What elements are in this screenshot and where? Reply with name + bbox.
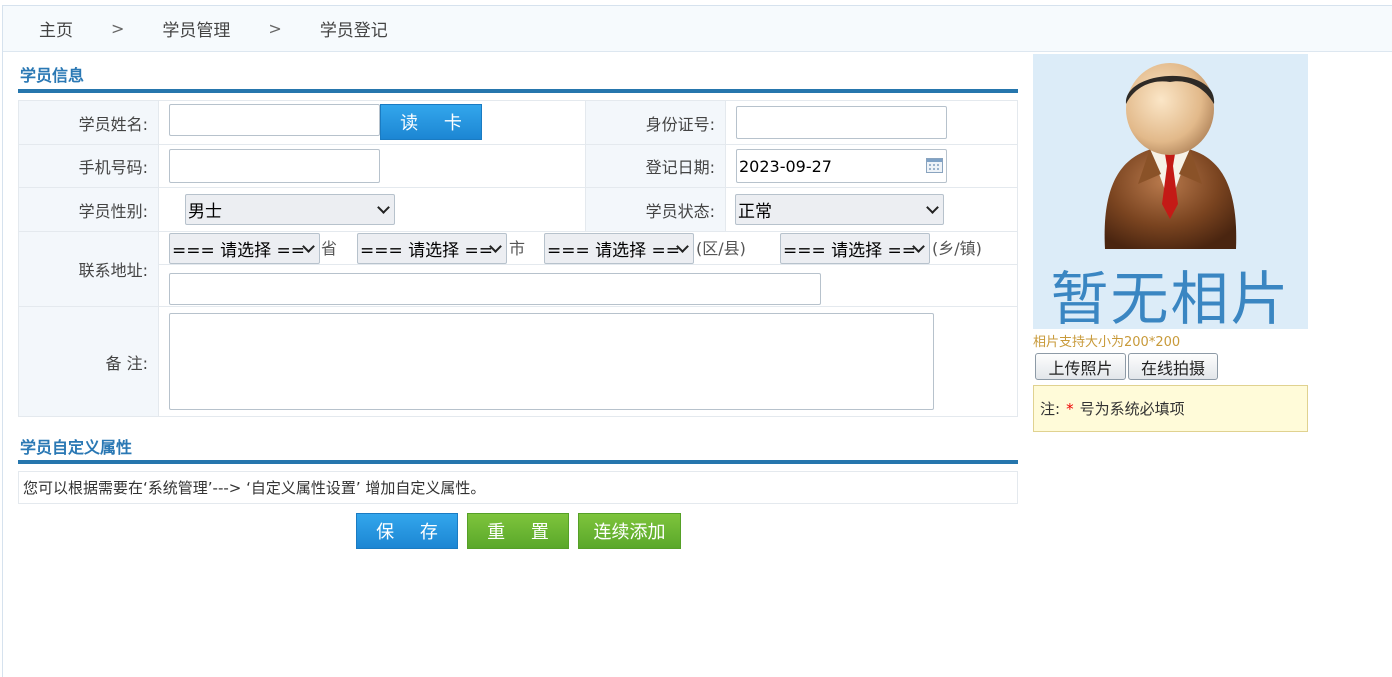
phone-input[interactable] — [169, 149, 380, 183]
district-selected-value: === 请选择 == — [547, 241, 681, 261]
breadcrumb-home[interactable]: 主页 — [39, 16, 73, 41]
town-suffix: (乡/镇) — [932, 239, 982, 258]
no-photo-text: 暂无相片 — [1050, 265, 1291, 329]
id-number-input[interactable] — [736, 106, 947, 139]
address-detail-input[interactable] — [169, 273, 821, 305]
read-card-button[interactable]: 读 卡 — [380, 104, 482, 140]
breadcrumb-separator: > — [268, 19, 282, 38]
province-selected-value: === 请选择 == — [172, 241, 306, 261]
city-selected-value: === 请选择 == — [360, 241, 494, 261]
capture-photo-button[interactable]: 在线拍摄 — [1128, 353, 1218, 380]
upload-photo-button[interactable]: 上传照片 — [1035, 353, 1126, 380]
name-label: 学员姓名: — [18, 100, 159, 145]
district-select[interactable]: === 请选择 == — [544, 233, 694, 264]
section-title-student-info: 学员信息 — [20, 66, 85, 85]
address-label: 联系地址: — [18, 231, 159, 307]
calendar-icon[interactable] — [926, 158, 943, 173]
section-divider — [18, 89, 1018, 93]
breadcrumb-student-management[interactable]: 学员管理 — [162, 16, 230, 41]
province-select[interactable]: === 请选择 == — [169, 233, 320, 264]
note-prefix: 注: — [1040, 400, 1061, 418]
custom-attributes-hint: 您可以根据需要在‘系统管理’---> ‘自定义属性设置’ 增加自定义属性。 — [18, 471, 1018, 504]
continue-add-button[interactable]: 连续添加 — [578, 513, 681, 549]
section-divider — [18, 460, 1018, 464]
address-row-divider — [158, 264, 1018, 265]
id-label: 身份证号: — [585, 100, 726, 145]
town-select[interactable]: === 请选择 == — [780, 233, 930, 264]
remark-label: 备 注: — [18, 306, 159, 417]
district-suffix: (区/县) — [696, 239, 746, 258]
reset-button[interactable]: 重 置 — [467, 513, 569, 549]
required-fields-note: 注: * 号为系统必填项 — [1033, 385, 1308, 432]
register-date-value: 2023-09-27 — [739, 156, 832, 176]
gender-label: 学员性别: — [18, 187, 159, 232]
town-selected-value: === 请选择 == — [783, 241, 917, 261]
student-name-input[interactable] — [169, 104, 380, 136]
city-suffix: 市 — [509, 239, 526, 258]
breadcrumb-student-register: 学员登记 — [319, 21, 388, 41]
note-text: 号为系统必填项 — [1079, 400, 1185, 418]
chevron-down-icon — [377, 201, 390, 214]
chevron-down-icon — [926, 201, 939, 214]
gender-selected-value: 男士 — [188, 202, 222, 222]
gender-select[interactable]: 男士 — [185, 194, 395, 225]
date-label: 登记日期: — [585, 144, 726, 188]
status-select[interactable]: 正常 — [735, 194, 944, 225]
save-button[interactable]: 保 存 — [356, 513, 458, 549]
photo-placeholder: 暂无相片 — [1033, 54, 1308, 329]
breadcrumb: 主页 > 学员管理 > 学员登记 — [3, 6, 1392, 52]
city-select[interactable]: === 请选择 == — [357, 233, 507, 264]
register-date-input[interactable]: 2023-09-27 — [736, 149, 947, 183]
phone-label: 手机号码: — [18, 144, 159, 188]
province-suffix: 省 — [321, 239, 338, 258]
section-title-custom-attributes: 学员自定义属性 — [20, 438, 133, 457]
status-selected-value: 正常 — [738, 202, 772, 222]
remark-textarea[interactable] — [169, 313, 934, 410]
status-label: 学员状态: — [585, 187, 726, 232]
required-star-icon: * — [1066, 399, 1074, 418]
breadcrumb-separator: > — [111, 19, 125, 38]
user-avatar-icon — [1104, 63, 1237, 249]
photo-size-hint: 相片支持大小为200*200 — [1033, 335, 1181, 350]
